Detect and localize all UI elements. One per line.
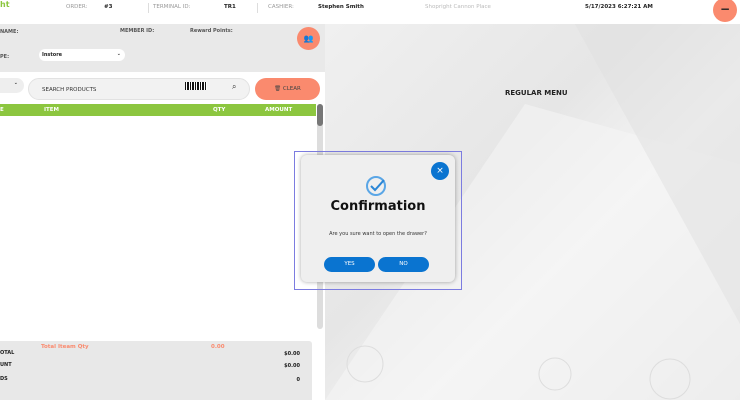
- dialog-message: Are you sure want to open the drawer?: [329, 231, 427, 237]
- terminal-label: TERMINAL ID:: [153, 4, 191, 10]
- chevron-down-icon: ⌄: [116, 51, 121, 57]
- minus-icon: −: [719, 2, 731, 16]
- total-qty-label: Total Iteam Qty: [41, 344, 89, 350]
- column-header: ITEM: [44, 107, 60, 113]
- member-id-label: MEMBER ID:: [120, 28, 155, 34]
- dialog-title: Confirmation: [330, 199, 426, 214]
- order-type-value: Instore: [42, 52, 63, 58]
- top-bar: ht ORDER: #3 TERMINAL ID: TR1 CASHIER: S…: [0, 0, 740, 24]
- customers-button[interactable]: 👥: [297, 27, 320, 50]
- order-type-select[interactable]: Instore ⌄: [39, 49, 125, 61]
- order-type-label: PE:: [0, 54, 10, 60]
- reward-points-label: Reward Points:: [190, 28, 233, 34]
- barcode-icon[interactable]: [185, 82, 207, 90]
- minimize-button[interactable]: −: [713, 0, 737, 22]
- divider: [257, 3, 258, 13]
- close-button[interactable]: ×: [431, 162, 449, 180]
- terminal-value: TR1: [224, 4, 236, 10]
- scrollbar-thumb[interactable]: [317, 104, 323, 126]
- category-select[interactable]: ⌄: [0, 78, 24, 93]
- order-value: #3: [104, 4, 113, 10]
- users-icon: 👥: [303, 34, 314, 43]
- close-icon: ×: [436, 166, 444, 176]
- search-input[interactable]: SEARCH PRODUCTS ⌕: [28, 78, 250, 100]
- chevron-down-icon: ⌄: [13, 80, 18, 86]
- cashier-value: Stephen Smith: [318, 4, 364, 10]
- table-header: E ITEM QTY AMOUNT: [0, 104, 316, 116]
- search-icon[interactable]: ⌕: [232, 82, 236, 92]
- summary-label: UNT: [0, 362, 12, 368]
- menu-title: REGULAR MENU: [505, 89, 568, 97]
- order-summary: Total Iteam Qty 0.00 OTAL $0.00 UNT $0.0…: [0, 341, 312, 400]
- check-circle-icon: [366, 176, 386, 196]
- column-header: E: [0, 107, 4, 113]
- summary-label: DS: [0, 376, 8, 382]
- summary-label: OTAL: [0, 350, 15, 356]
- summary-value: $0.00: [284, 363, 300, 369]
- store-name: Shopright Cannon Place: [425, 4, 491, 10]
- logo: ht: [0, 0, 10, 9]
- column-header: QTY: [213, 107, 226, 113]
- divider: [148, 3, 149, 13]
- customer-name-label: NAME:: [0, 29, 19, 35]
- customer-section: NAME: MEMBER ID: Reward Points: 👥 PE: In…: [0, 24, 325, 72]
- summary-value: 0: [296, 377, 300, 383]
- clear-label: CLEAR: [282, 86, 301, 92]
- total-qty-value: 0.00: [211, 344, 225, 350]
- search-placeholder: SEARCH PRODUCTS: [42, 87, 97, 93]
- summary-value: $0.00: [284, 351, 300, 357]
- datetime: 5/17/2023 6:27:21 AM: [585, 4, 653, 10]
- trash-icon: 🗑: [274, 86, 282, 92]
- column-header: AMOUNT: [265, 107, 293, 113]
- confirmation-dialog: × Confirmation Are you sure want to open…: [301, 155, 455, 282]
- order-label: ORDER:: [66, 4, 88, 10]
- cashier-label: CASHIER:: [268, 4, 294, 10]
- no-button[interactable]: NO: [378, 257, 429, 272]
- yes-button[interactable]: YES: [324, 257, 375, 272]
- clear-button[interactable]: 🗑 CLEAR: [255, 78, 320, 100]
